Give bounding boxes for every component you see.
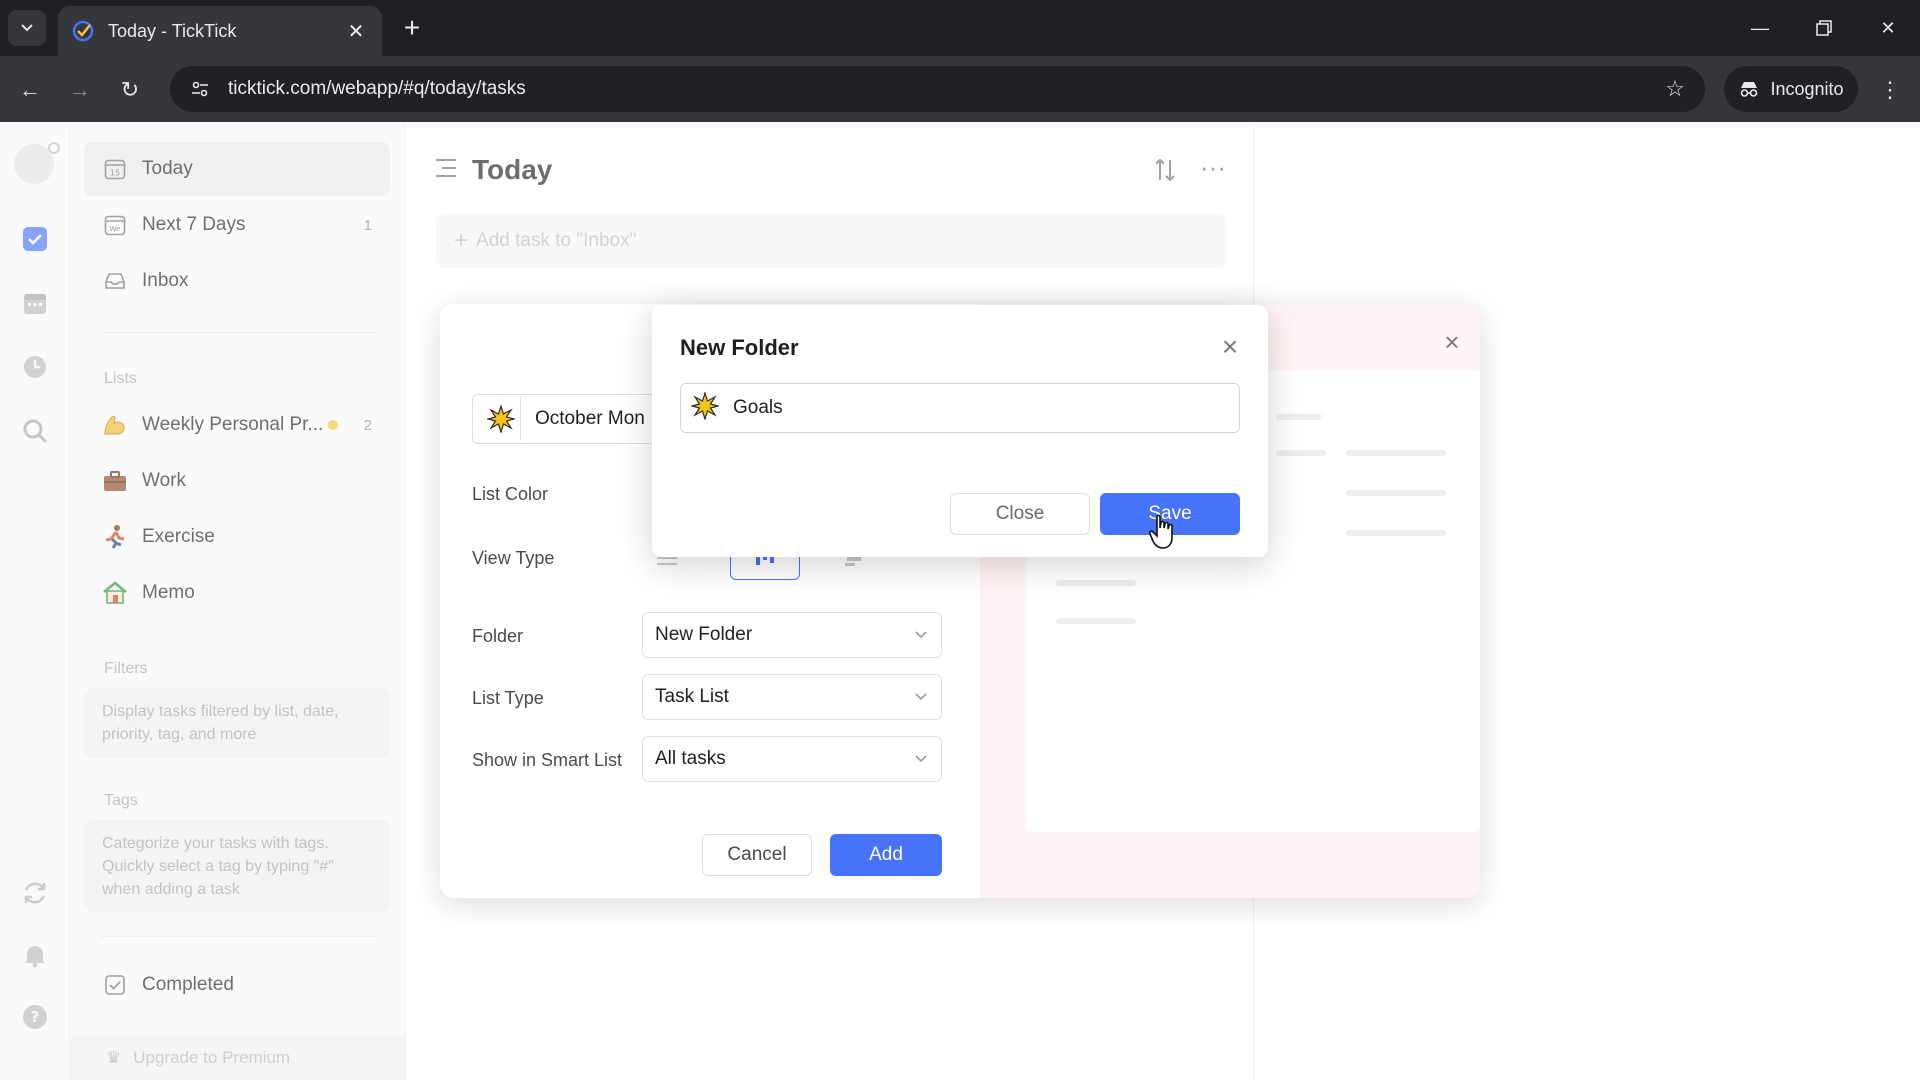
chevron-down-icon	[21, 24, 33, 32]
folder-select-value: New Folder	[655, 624, 753, 645]
close-icon[interactable]: ×	[1218, 333, 1242, 361]
preview-skeleton	[1056, 618, 1136, 624]
preview-skeleton	[1346, 490, 1446, 496]
incognito-icon	[1741, 82, 1758, 97]
add-button[interactable]: Add	[830, 834, 942, 876]
list-name-value: October Mon	[535, 408, 645, 429]
restore-icon[interactable]	[1804, 10, 1844, 46]
modal-title: New Folder	[680, 335, 799, 360]
ticktick-favicon-icon	[72, 20, 94, 42]
site-info-icon[interactable]	[186, 75, 214, 103]
minimize-icon[interactable]: —	[1740, 10, 1780, 46]
list-type-label: List Type	[472, 688, 544, 708]
close-icon[interactable]: ×	[1440, 329, 1464, 355]
sparkle-emoji-icon[interactable]	[481, 397, 521, 441]
hand-cursor-icon	[1148, 514, 1173, 549]
view-type-label: View Type	[472, 548, 555, 568]
list-type-select-value: Task List	[655, 686, 729, 707]
tab-title: Today - TickTick	[108, 20, 237, 41]
incognito-badge[interactable]: Incognito	[1724, 66, 1858, 112]
address-bar[interactable]: ticktick.com/webapp/#q/today/tasks ☆	[170, 66, 1705, 112]
preview-skeleton	[1276, 450, 1326, 456]
incognito-label: Incognito	[1770, 78, 1844, 99]
smart-list-select[interactable]: All tasks	[642, 736, 942, 782]
smart-list-label: Show in Smart List	[472, 750, 623, 770]
sparkle-emoji-icon[interactable]	[689, 390, 721, 425]
chevron-down-icon	[915, 631, 927, 639]
browser-tab[interactable]: Today - TickTick ✕	[58, 6, 382, 56]
preview-skeleton	[1346, 530, 1446, 536]
list-type-select[interactable]: Task List	[642, 674, 942, 720]
browser-toolbar: ← → ↻ ticktick.com/webapp/#q/today/tasks…	[0, 56, 1920, 122]
cancel-button[interactable]: Cancel	[702, 834, 812, 876]
bookmark-star-icon[interactable]: ☆	[1657, 76, 1693, 102]
list-color-label: List Color	[472, 484, 549, 504]
reload-icon[interactable]: ↻	[112, 72, 148, 108]
preview-skeleton	[1346, 450, 1446, 456]
close-button[interactable]: Close	[950, 493, 1090, 535]
url-text[interactable]: ticktick.com/webapp/#q/today/tasks	[228, 78, 1657, 100]
new-tab-button[interactable]: +	[396, 12, 428, 44]
folder-label: Folder	[472, 626, 524, 646]
tab-search-button[interactable]	[8, 10, 46, 46]
close-window-icon[interactable]: ✕	[1868, 10, 1908, 46]
folder-name-value: Goals	[733, 397, 783, 418]
chevron-down-icon	[915, 693, 927, 701]
smart-list-select-value: All tasks	[655, 748, 726, 769]
back-icon[interactable]: ←	[12, 72, 48, 108]
folder-name-input[interactable]: Goals	[680, 383, 1240, 433]
browser-tab-bar: Today - TickTick ✕ + — ✕	[0, 0, 1920, 56]
preview-skeleton	[1056, 580, 1136, 586]
chevron-down-icon	[915, 755, 927, 763]
tab-close-icon[interactable]: ✕	[344, 19, 368, 44]
browser-menu-icon[interactable]: ⋮	[1874, 72, 1906, 108]
preview-skeleton	[1276, 414, 1322, 420]
forward-icon[interactable]: →	[62, 72, 98, 108]
folder-select[interactable]: New Folder	[642, 612, 942, 658]
